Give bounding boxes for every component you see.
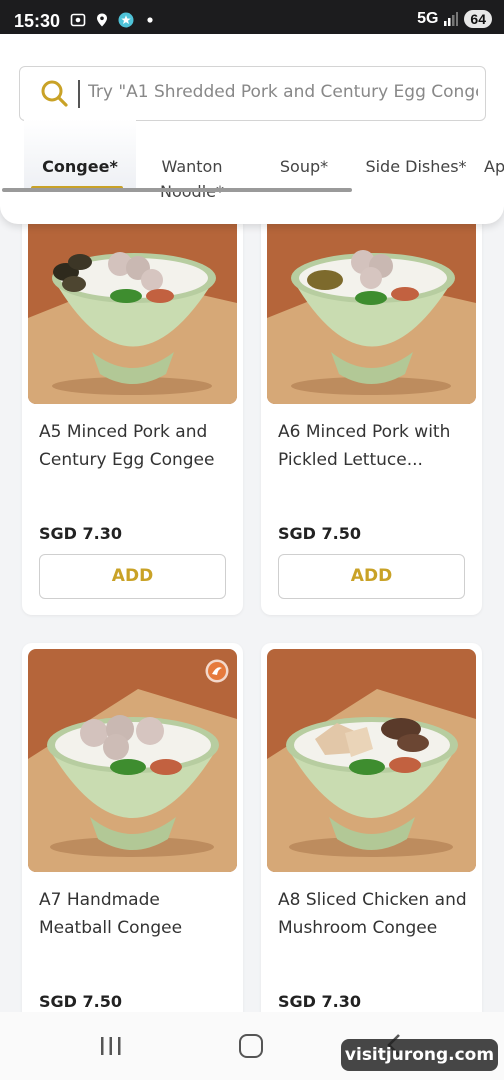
screenshot-icon [70, 13, 86, 27]
star-app-icon [118, 12, 134, 28]
product-image[interactable] [267, 649, 476, 872]
status-notification-icons [70, 12, 158, 28]
product-price: SGD 7.50 [39, 992, 122, 1011]
tab-side-dishes[interactable]: Side Dishes* [360, 154, 472, 179]
product-name[interactable]: A5 Minced Pork and Century Egg Congee [39, 418, 229, 474]
product-image[interactable] [28, 649, 237, 872]
product-price: SGD 7.30 [278, 992, 361, 1011]
home-icon[interactable] [239, 1034, 263, 1058]
chef-badge-icon [205, 659, 229, 683]
product-card[interactable]: A7 Handmade Meatball Congee SGD 7.50 [22, 643, 243, 1033]
dot-icon [147, 17, 153, 23]
search-cursor [78, 80, 80, 108]
location-icon [97, 13, 107, 27]
product-name[interactable]: A7 Handmade Meatball Congee [39, 886, 229, 942]
product-image[interactable] [28, 208, 237, 404]
status-right: 5G 64 [417, 10, 492, 28]
status-time: 15:30 [14, 11, 61, 31]
add-button[interactable]: ADD [39, 554, 226, 599]
product-image[interactable] [267, 208, 476, 404]
product-name[interactable]: A6 Minced Pork with Pickled Lettuce... [278, 418, 468, 474]
tab-scrollbar[interactable] [2, 188, 352, 192]
tab-wanton-noodle[interactable]: Wanton Noodle* [142, 154, 242, 204]
product-price: SGD 7.50 [278, 524, 361, 543]
network-label: 5G [417, 10, 439, 27]
product-card[interactable]: A6 Minced Pork with Pickled Lettuce... S… [261, 200, 482, 615]
tab-soup[interactable]: Soup* [262, 154, 346, 179]
product-price: SGD 7.30 [39, 524, 122, 543]
watermark: visitjurong.com [341, 1039, 498, 1071]
search-icon [41, 80, 68, 107]
add-button[interactable]: ADD [278, 554, 465, 599]
search-placeholder: Try "A1 Shredded Pork and Century Egg Co… [88, 82, 478, 102]
tab-appetizers[interactable]: Ap [484, 154, 504, 179]
product-card[interactable]: A5 Minced Pork and Century Egg Congee SG… [22, 200, 243, 615]
product-name[interactable]: A8 Sliced Chicken and Mushroom Congee [278, 886, 468, 942]
signal-icon [444, 12, 459, 26]
tab-congee[interactable]: Congee* [30, 154, 130, 179]
search-input[interactable]: Try "A1 Shredded Pork and Century Egg Co… [19, 66, 486, 121]
recents-icon[interactable] [98, 1034, 124, 1058]
battery-indicator: 64 [464, 10, 492, 28]
product-card[interactable]: A8 Sliced Chicken and Mushroom Congee SG… [261, 643, 482, 1033]
